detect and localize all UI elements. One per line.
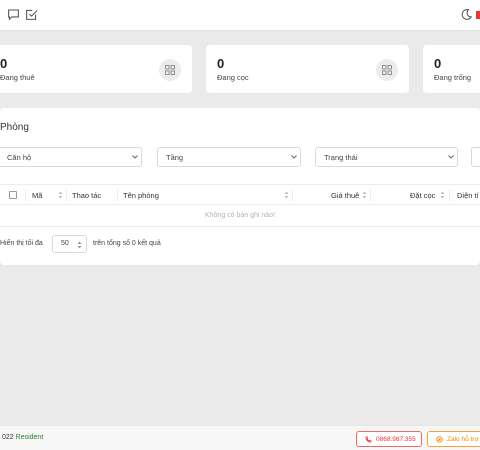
pagination: Hiển thị tối đa 50 trên tổng số 0 kết qu… (0, 235, 480, 255)
column-divider (66, 189, 67, 201)
grid-icon (376, 59, 398, 81)
column-divider (292, 189, 293, 201)
stat-card-renting: 0 Đang thuê (0, 45, 192, 93)
stat-label: Đang thuê (0, 73, 35, 82)
stat-value: 0 (0, 56, 8, 71)
table-row: Không có bản ghi nào! (0, 206, 480, 227)
status-select-value: Trạng thái (324, 153, 358, 162)
column-divider (449, 189, 450, 201)
top-bar (0, 0, 480, 31)
stat-label: Đang cọc (217, 73, 249, 82)
copyright: 022 Resident (2, 434, 43, 441)
column-area[interactable]: Diện tí (457, 191, 479, 200)
stat-value: 0 (217, 56, 225, 71)
copyright-year: 022 (2, 434, 14, 441)
column-deposit[interactable]: Đặt cọc (410, 191, 435, 200)
page-size-input[interactable]: 50 (52, 235, 87, 253)
brand-link[interactable]: Resident (16, 434, 44, 441)
column-rent[interactable]: Giá thuê (331, 191, 359, 200)
zalo-label: Zalo hỗ trợ (447, 436, 479, 443)
moon-icon[interactable] (460, 8, 473, 21)
floor-select[interactable]: Tầng (157, 147, 301, 167)
column-code[interactable]: Mã (32, 191, 42, 200)
zalo-support-button[interactable]: Zalo hỗ trợ (427, 431, 480, 447)
total-results: trên tổng số 0 kết quả (93, 240, 161, 247)
stat-label: Đang trống (434, 73, 472, 82)
select-all-checkbox[interactable] (9, 191, 17, 199)
stat-card-deposit: 0 Đang cọc (206, 45, 409, 93)
column-room-name[interactable]: Tên phòng (123, 191, 159, 200)
sort-icon[interactable] (284, 191, 289, 199)
footer: 022 Resident 0868.987.355 Zalo hỗ trợ (0, 425, 480, 450)
sort-icon[interactable] (362, 191, 367, 199)
apartment-select-value: Căn hộ (7, 153, 32, 162)
zalo-chat-icon (436, 436, 443, 443)
chevron-down-icon (131, 153, 139, 161)
table-header: Mã Thao tác Tên phòng Giá thuê Đặt cọc D… (0, 184, 480, 205)
sort-icon[interactable] (58, 191, 63, 199)
chat-icon[interactable] (7, 8, 20, 21)
floor-select-value: Tầng (166, 153, 184, 162)
spinner-icon[interactable] (77, 241, 82, 249)
phone-icon (365, 436, 372, 443)
chevron-down-icon (447, 153, 455, 161)
phone-support-button[interactable]: 0868.987.355 (356, 431, 422, 447)
search-field[interactable] (471, 147, 480, 167)
stat-card-vacant: 0 Đang trống (423, 45, 480, 93)
page-title: Phòng (0, 122, 29, 133)
language-flag-icon[interactable] (476, 11, 480, 19)
column-actions: Thao tác (72, 191, 102, 200)
column-divider (25, 189, 26, 201)
column-divider (370, 189, 371, 201)
status-select[interactable]: Trạng thái (315, 147, 458, 167)
page-size-label: Hiển thị tối đa (0, 240, 43, 247)
chevron-down-icon (290, 153, 298, 161)
page-size-value: 50 (61, 240, 69, 247)
phone-number: 0868.987.355 (376, 436, 416, 443)
empty-message: Không có bản ghi nào! (204, 212, 276, 219)
column-divider (117, 189, 118, 201)
stat-value: 0 (434, 56, 442, 71)
sort-icon[interactable] (440, 191, 445, 199)
apartment-select[interactable]: Căn hộ (0, 147, 142, 167)
task-check-icon[interactable] (25, 8, 38, 21)
grid-icon (159, 59, 181, 81)
